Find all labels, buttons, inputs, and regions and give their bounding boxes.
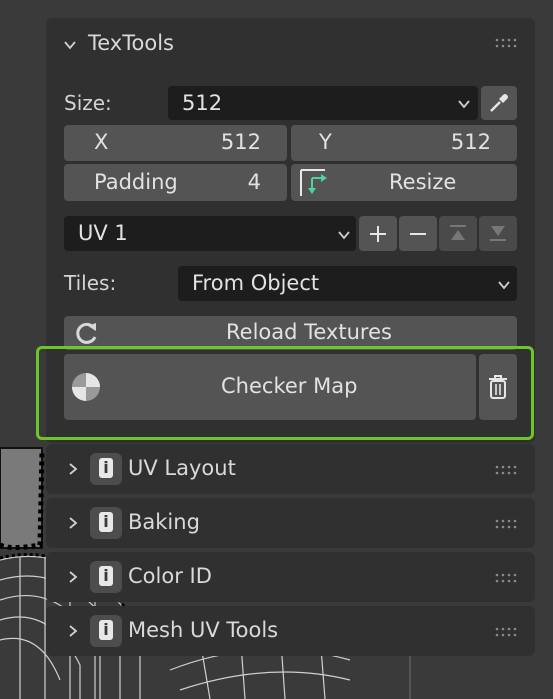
color-id-panel[interactable]: i Color ID	[46, 552, 535, 602]
background-glyph	[0, 20, 22, 140]
padding-field[interactable]: Padding 4	[64, 164, 287, 201]
uv-map-dropdown[interactable]: UV 1	[64, 216, 356, 251]
info-icon: i	[90, 561, 122, 593]
uv-layout-title: UV Layout	[128, 456, 236, 480]
padding-label: Padding	[94, 170, 178, 194]
chevron-down-icon	[498, 281, 510, 290]
size-dropdown[interactable]: 512	[168, 86, 478, 120]
add-uv-button[interactable]	[359, 216, 397, 251]
resize-button[interactable]: Resize	[291, 164, 517, 201]
resize-label: Resize	[389, 170, 457, 194]
minus-icon	[410, 233, 426, 235]
chevron-right-icon	[69, 571, 78, 583]
info-icon: i	[90, 507, 122, 539]
chevron-right-icon	[69, 463, 78, 475]
size-value: 512	[182, 91, 223, 115]
refresh-icon	[76, 322, 97, 344]
baking-panel[interactable]: i Baking	[46, 498, 535, 548]
color-id-title: Color ID	[128, 564, 212, 588]
reload-textures-button[interactable]: Reload Textures	[64, 316, 517, 350]
move-up-icon	[450, 225, 466, 240]
remove-uv-button[interactable]	[399, 216, 437, 251]
padding-value: 4	[247, 170, 261, 194]
panel-title: TexTools	[88, 31, 174, 55]
drag-grip-icon[interactable]	[495, 572, 517, 584]
y-value: 512	[450, 130, 491, 154]
uv-map-value: UV 1	[78, 221, 128, 245]
move-uv-up-button[interactable]	[439, 216, 477, 251]
resize-icon	[300, 169, 327, 196]
plus-icon	[370, 226, 386, 242]
baking-title: Baking	[128, 510, 200, 534]
chevron-down-icon	[338, 231, 350, 240]
highlight-box	[36, 346, 534, 440]
x-label: X	[94, 130, 109, 154]
info-icon: i	[90, 453, 122, 485]
mesh-uv-tools-panel[interactable]: i Mesh UV Tools	[46, 606, 535, 656]
drag-grip-icon[interactable]	[495, 518, 517, 530]
tiles-dropdown[interactable]: From Object	[178, 266, 517, 301]
chevron-right-icon	[69, 625, 78, 637]
eyedropper-icon	[490, 94, 508, 112]
y-field[interactable]: Y 512	[291, 125, 517, 161]
chevron-down-icon	[458, 100, 470, 109]
chevron-right-icon	[69, 517, 78, 529]
drag-grip-icon[interactable]	[495, 464, 517, 476]
x-field[interactable]: X 512	[64, 125, 287, 161]
reload-textures-label: Reload Textures	[226, 320, 392, 344]
info-icon: i	[90, 615, 122, 647]
drag-grip-icon[interactable]	[495, 37, 517, 49]
drag-grip-icon[interactable]	[495, 626, 517, 638]
x-value: 512	[220, 130, 261, 154]
move-down-icon	[490, 226, 506, 241]
tiles-label: Tiles:	[64, 271, 117, 295]
uv-layout-panel[interactable]: i UV Layout	[46, 444, 535, 494]
mesh-uv-tools-title: Mesh UV Tools	[128, 618, 279, 642]
chevron-down-icon	[64, 41, 76, 50]
textools-panel-header[interactable]: TexTools	[46, 18, 535, 72]
move-uv-down-button[interactable]	[479, 216, 517, 251]
eyedropper-button[interactable]	[481, 86, 517, 120]
y-label: Y	[319, 130, 332, 154]
size-label: Size:	[64, 91, 112, 115]
tiles-value: From Object	[192, 271, 320, 295]
